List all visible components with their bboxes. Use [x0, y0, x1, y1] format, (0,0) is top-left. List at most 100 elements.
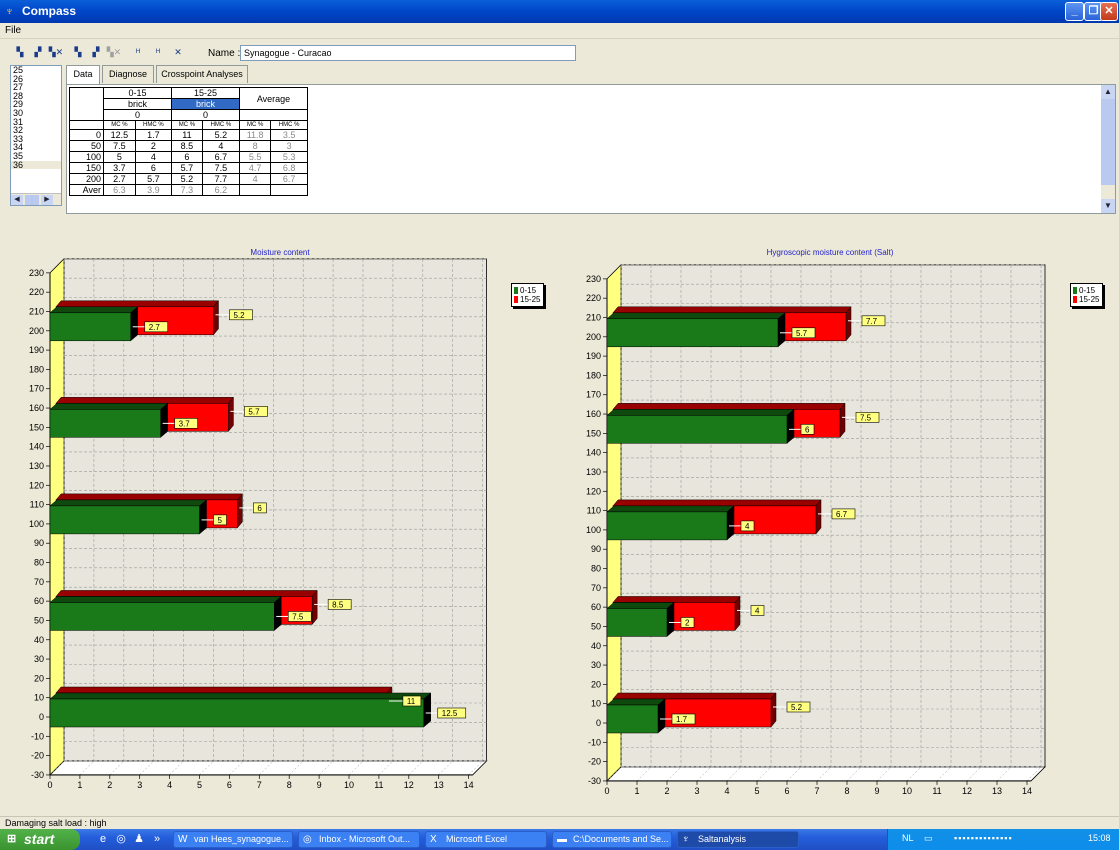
table-cell[interactable]: 4.7	[238, 162, 272, 174]
table-cell[interactable]: 6.7	[201, 151, 241, 163]
table-cell[interactable]: 3.9	[134, 184, 173, 196]
x-tick-label: 1	[77, 780, 82, 790]
add-point-icon[interactable]: ᴴ	[130, 44, 146, 60]
more-quick-launch-icon[interactable]: »	[150, 832, 164, 846]
close-icon[interactable]: ✕	[1100, 2, 1118, 21]
legend-swatch	[514, 287, 518, 294]
scroll-down-icon[interactable]: ▼	[1101, 199, 1115, 213]
table-cell[interactable]: 4	[238, 173, 272, 185]
table-cell[interactable]: 12.5	[103, 129, 136, 141]
table-cell[interactable]: 3	[270, 140, 308, 152]
delete-point-icon[interactable]: ✕	[170, 44, 186, 60]
grid-scrollbar[interactable]: ▲ ▼	[1101, 85, 1115, 213]
table-cell[interactable]: 6.2	[201, 184, 241, 196]
sample-list-scrollbar[interactable]: ◀ ▶	[11, 193, 61, 205]
scroll-thumb[interactable]	[25, 195, 39, 205]
table-cell[interactable]: 3.7	[103, 162, 136, 174]
table-cell[interactable]: 5.2	[201, 129, 241, 141]
sample-list-item[interactable]: 36	[11, 160, 61, 170]
add-row-icon[interactable]: ▚	[70, 44, 86, 60]
grid-group-material[interactable]: brick	[171, 98, 240, 110]
menu-file[interactable]: File	[5, 25, 21, 36]
bar-top-0-15	[49, 499, 208, 507]
bar-top-15-25	[55, 300, 220, 308]
grid-scroll-thumb[interactable]	[1101, 99, 1115, 185]
table-cell[interactable]: 7.5	[201, 162, 241, 174]
add-column-icon[interactable]: ▚	[12, 44, 28, 60]
grid-group-range[interactable]: 15-25	[171, 87, 240, 99]
table-cell[interactable]: 6	[134, 162, 173, 174]
grid-group-range[interactable]: 0-15	[103, 87, 172, 99]
table-cell[interactable]: 7.7	[201, 173, 241, 185]
grid-subheader: MC %	[238, 120, 272, 130]
table-cell[interactable]: 2.7	[103, 173, 136, 185]
scroll-left-icon[interactable]: ◀	[11, 195, 23, 205]
table-cell[interactable]	[238, 184, 272, 196]
scroll-up-icon[interactable]: ▲	[1101, 85, 1115, 99]
hygroscopic-moisture-chart: -30-20-100102030405060708090100110120130…	[586, 263, 1046, 796]
chart-title-hygroscopic: Hygroscopic moisture content (Salt)	[766, 248, 894, 257]
table-cell[interactable]: 2	[134, 140, 173, 152]
table-cell[interactable]: 6	[171, 151, 203, 163]
table-cell[interactable]: 8.5	[171, 140, 203, 152]
keyboard-icon[interactable]: ▭	[924, 833, 933, 844]
delete-row-icon[interactable]: ▚✕	[106, 44, 122, 60]
table-cell[interactable]: 5.5	[238, 151, 272, 163]
copy-point-icon[interactable]: ᴴ	[150, 44, 166, 60]
task-saltanalysis[interactable]: ♆ Saltanalysis	[677, 831, 799, 848]
table-cell[interactable]: 5.7	[171, 162, 203, 174]
table-cell[interactable]: 6.7	[270, 173, 308, 185]
table-cell[interactable]: 1.7	[134, 129, 173, 141]
messenger-icon[interactable]: ♟	[132, 832, 146, 846]
y-tick-label: 150	[29, 422, 44, 432]
delete-column-icon[interactable]: ▚✕	[48, 44, 64, 60]
outlook-quick-icon[interactable]: ◎	[114, 832, 128, 846]
x-tick-label: 7	[814, 786, 819, 796]
tab-diagnose[interactable]: Diagnose	[102, 65, 154, 83]
legend-item: 15-25	[514, 295, 541, 304]
bar-0-15	[49, 602, 275, 631]
start-button[interactable]: ⊞ start	[0, 829, 80, 850]
table-cell[interactable]: 4	[201, 140, 241, 152]
table-cell[interactable]: 5.2	[171, 173, 203, 185]
table-cell[interactable]: 6.3	[103, 184, 136, 196]
grid-group-material[interactable]: brick	[103, 98, 172, 110]
copy-column-icon[interactable]: ▞	[30, 44, 46, 60]
copy-row-icon[interactable]: ▞	[88, 44, 104, 60]
tab-data[interactable]: Data	[66, 65, 100, 85]
bar-side-15-25	[839, 402, 846, 439]
bar-top-0-15	[606, 602, 675, 609]
table-cell[interactable]	[270, 184, 308, 196]
table-cell[interactable]: 4	[134, 151, 173, 163]
table-cell[interactable]: 11.8	[238, 129, 272, 141]
name-input[interactable]	[240, 45, 576, 61]
task-explorer[interactable]: ▬ C:\Documents and Se...	[552, 831, 672, 848]
table-cell[interactable]: 5.3	[270, 151, 308, 163]
bar-side-15-25	[770, 692, 777, 728]
grid-group-salt[interactable]: 0	[103, 109, 172, 121]
table-cell[interactable]: 7.5	[103, 140, 136, 152]
task-word[interactable]: Wvan Hees_synagogue...	[173, 831, 293, 848]
grid-group-salt[interactable]: 0	[171, 109, 240, 121]
table-cell[interactable]: 5	[103, 151, 136, 163]
language-indicator[interactable]: NL	[902, 833, 914, 843]
tray-icons[interactable]: ▪▪▪▪▪▪▪▪▪▪▪▪▪▪	[954, 833, 1013, 843]
table-cell[interactable]: 11	[171, 129, 203, 141]
ie-icon[interactable]: e	[96, 832, 110, 846]
table-cell[interactable]: 7.3	[171, 184, 203, 196]
grid-subheader: HMC %	[134, 120, 173, 130]
sample-list[interactable]: 25 26 27 28 29 30 31 32 33 34 35 36 ◀ ▶	[10, 65, 62, 206]
scroll-right-icon[interactable]: ▶	[41, 195, 53, 205]
tab-crosspoint-analyses[interactable]: Crosspoint Analyses	[156, 65, 248, 83]
table-cell[interactable]: 6.8	[270, 162, 308, 174]
bar-0-15	[49, 312, 131, 342]
table-cell[interactable]: 8	[238, 140, 272, 152]
minimize-icon[interactable]: _	[1065, 2, 1084, 21]
taskbar: ⊞ start e ◎ ♟ » Wvan Hees_synagogue... ◎…	[0, 829, 1119, 850]
x-tick-label: 3	[694, 786, 699, 796]
table-cell[interactable]: 5.7	[134, 173, 173, 185]
table-cell[interactable]: 3.5	[270, 129, 308, 141]
data-label: 11	[407, 697, 416, 706]
task-outlook[interactable]: ◎ Inbox - Microsoft Out...	[298, 831, 420, 848]
task-excel[interactable]: X Microsoft Excel	[425, 831, 547, 848]
